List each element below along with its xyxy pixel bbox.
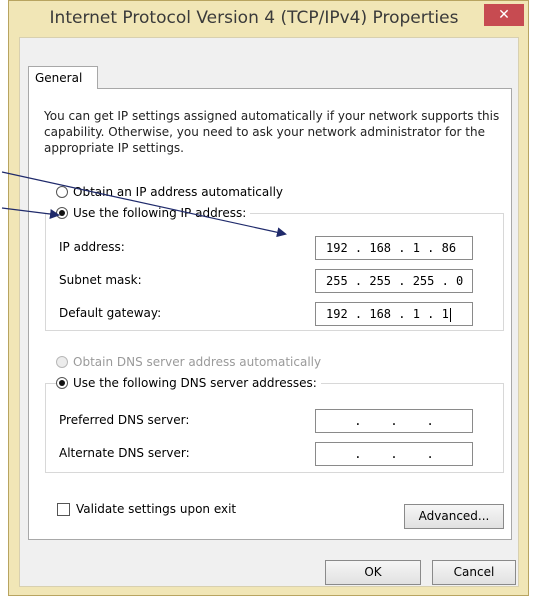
preferred-dns-row: Preferred DNS server: . . . [53, 409, 473, 433]
radio-indicator [56, 186, 68, 198]
title-bar[interactable]: Internet Protocol Version 4 (TCP/IPv4) P… [9, 1, 528, 39]
radio-use-following-dns[interactable]: Use the following DNS server addresses: [56, 376, 321, 390]
default-gateway-value: 192 . 168 . 1 . 1 [326, 307, 449, 321]
subnet-mask-row: Subnet mask: 255 . 255 . 255 . 0 [53, 269, 473, 293]
text-caret [449, 307, 451, 322]
advanced-button[interactable]: Advanced... [404, 504, 504, 529]
radio-obtain-ip-auto-label: Obtain an IP address automatically [73, 185, 284, 199]
intro-text: You can get IP settings assigned automat… [44, 109, 500, 155]
alternate-dns-label: Alternate DNS server: [59, 446, 190, 460]
radio-use-following-ip-label: Use the following IP address: [73, 206, 247, 220]
radio-obtain-dns-auto[interactable]: Obtain DNS server address automatically [56, 355, 321, 369]
alternate-dns-row: Alternate DNS server: . . . [53, 442, 473, 466]
radio-use-following-dns-label: Use the following DNS server addresses: [73, 376, 317, 390]
radio-obtain-ip-auto[interactable]: Obtain an IP address automatically [56, 185, 283, 199]
checkbox-box [57, 502, 70, 516]
general-panel: You can get IP settings assigned automat… [28, 88, 512, 540]
tab-general[interactable]: General [28, 66, 98, 89]
default-gateway-label: Default gateway: [59, 306, 162, 320]
cancel-button[interactable]: Cancel [432, 560, 516, 585]
radio-obtain-dns-auto-label: Obtain DNS server address automatically [73, 355, 322, 369]
validate-settings-label: Validate settings upon exit [76, 502, 237, 516]
preferred-dns-label: Preferred DNS server: [59, 413, 190, 427]
dialog-client: General You can get IP settings assigned… [19, 37, 519, 587]
ok-button[interactable]: OK [325, 560, 421, 585]
alternate-dns-field[interactable]: . . . [315, 442, 473, 466]
window-title: Internet Protocol Version 4 (TCP/IPv4) P… [49, 8, 459, 28]
subnet-mask-field[interactable]: 255 . 255 . 255 . 0 [315, 269, 473, 293]
radio-indicator [56, 356, 68, 368]
default-gateway-row: Default gateway: 192 . 168 . 1 . 1 [53, 302, 473, 326]
default-gateway-field[interactable]: 192 . 168 . 1 . 1 [315, 302, 473, 326]
subnet-mask-label: Subnet mask: [59, 273, 142, 287]
ip-address-row: IP address: 192 . 168 . 1 . 86 [53, 236, 473, 260]
radio-indicator-selected [56, 377, 68, 389]
radio-indicator-selected [56, 207, 68, 219]
close-button[interactable]: ✕ [484, 4, 524, 26]
dialog-window: Internet Protocol Version 4 (TCP/IPv4) P… [8, 0, 529, 596]
preferred-dns-field[interactable]: . . . [315, 409, 473, 433]
radio-use-following-ip[interactable]: Use the following IP address: [56, 206, 251, 220]
validate-settings-checkbox[interactable]: Validate settings upon exit [57, 502, 236, 516]
ip-address-label: IP address: [59, 240, 125, 254]
ip-address-field[interactable]: 192 . 168 . 1 . 86 [315, 236, 473, 260]
